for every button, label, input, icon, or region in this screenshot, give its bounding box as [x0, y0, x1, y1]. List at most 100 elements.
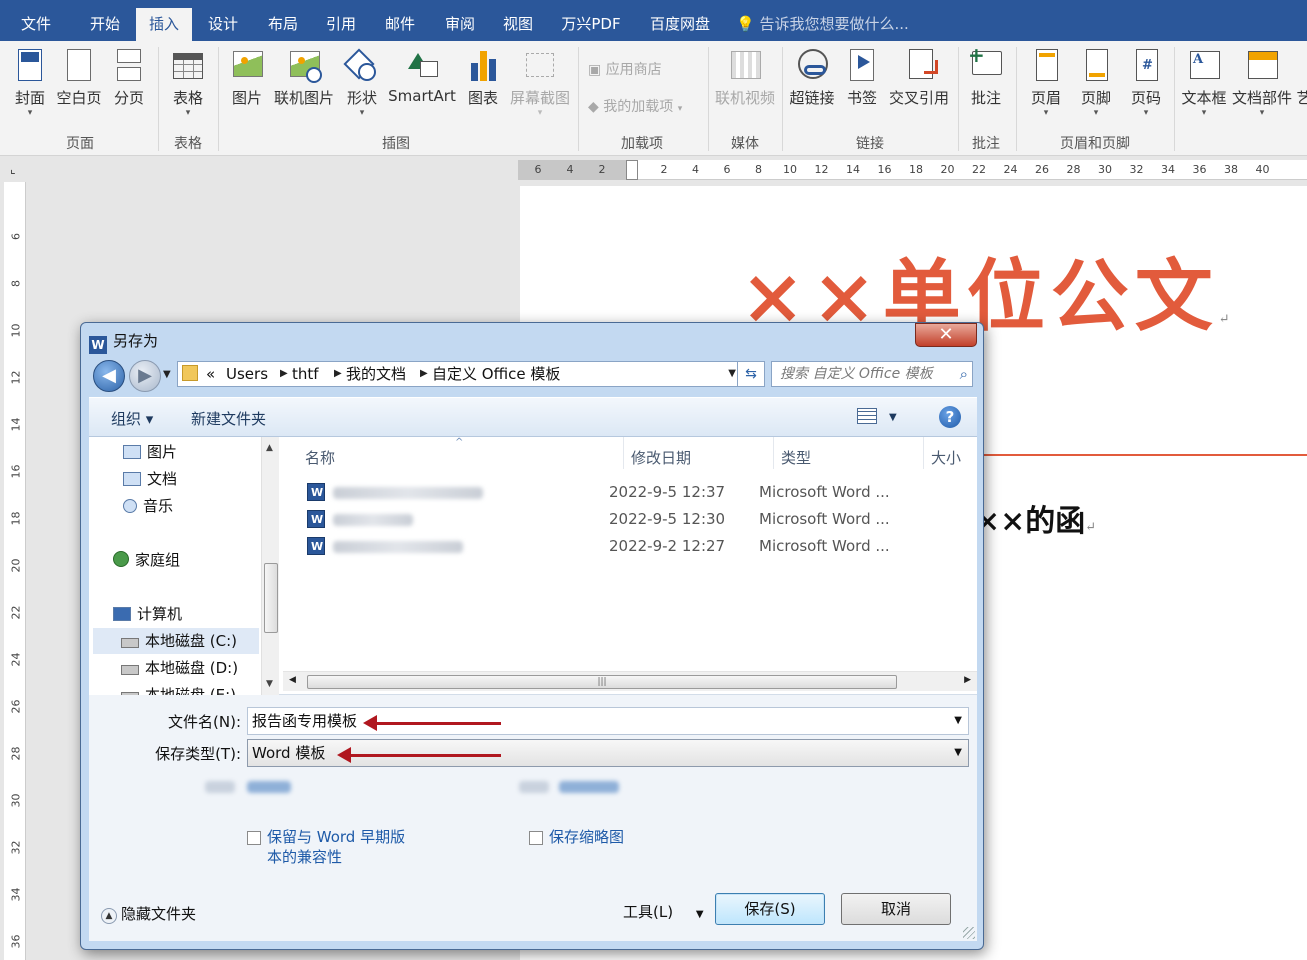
- column-header-date[interactable]: 修改日期: [631, 447, 691, 468]
- nav-item-drive-e[interactable]: 本地磁盘 (E:): [121, 682, 236, 695]
- author-value-redacted[interactable]: [247, 781, 291, 793]
- tab-view[interactable]: 视图: [490, 8, 546, 41]
- column-divider[interactable]: [923, 437, 924, 469]
- store-button[interactable]: ▣ 应用商店: [588, 59, 662, 79]
- column-header-type[interactable]: 类型: [781, 447, 811, 468]
- nav-item-music[interactable]: 音乐: [123, 493, 173, 519]
- nav-item-homegroup[interactable]: 家庭组: [113, 547, 180, 573]
- compatibility-checkbox[interactable]: [247, 831, 261, 845]
- save-button[interactable]: 保存(S): [715, 893, 825, 925]
- new-folder-button[interactable]: 新建文件夹: [191, 408, 266, 429]
- cover-page-button[interactable]: 封面 ▾: [8, 47, 52, 118]
- tell-me-box[interactable]: 💡 告诉我您想要做什么...: [736, 8, 909, 41]
- indent-marker[interactable]: [626, 160, 638, 180]
- horizontal-ruler[interactable]: 6 4 2 2 4 6 8 10 12 14 16 18 20 22 24 26 28 30 32 34 36 38 40: [518, 160, 1307, 180]
- smartart-button[interactable]: SmartArt: [386, 47, 458, 105]
- view-dropdown-icon[interactable]: ▼: [889, 412, 897, 423]
- compatibility-label-line1[interactable]: 保留与 Word 早期版: [267, 827, 405, 847]
- close-button[interactable]: ✕: [915, 323, 977, 347]
- hide-folders-button[interactable]: ▲ 隐藏文件夹: [101, 903, 196, 924]
- new-comment-button[interactable]: + 批注: [964, 45, 1008, 108]
- footer-button[interactable]: 页脚 ▾: [1074, 47, 1118, 118]
- breadcrumb-custom-templates[interactable]: 自定义 Office 模板: [432, 362, 560, 386]
- page-number-button[interactable]: # 页码 ▾: [1124, 47, 1168, 118]
- compatibility-label-line2[interactable]: 本的兼容性: [267, 847, 342, 867]
- cross-reference-button[interactable]: 交叉引用: [886, 47, 952, 108]
- resize-grip-icon[interactable]: [963, 927, 975, 939]
- nav-item-documents[interactable]: 文档: [123, 466, 177, 492]
- tab-file[interactable]: 文件: [8, 8, 64, 41]
- screenshot-button[interactable]: 屏幕截图 ▾: [506, 47, 574, 118]
- nav-scroll-thumb[interactable]: [264, 563, 278, 633]
- header-button[interactable]: 页眉 ▾: [1024, 47, 1068, 118]
- search-box[interactable]: 搜索 自定义 Office 模板 ⌕: [771, 361, 973, 387]
- scroll-right-icon[interactable]: ▶: [964, 675, 971, 685]
- nav-item-drive-c[interactable]: 本地磁盘 (C:): [93, 628, 259, 654]
- breadcrumb-thtf[interactable]: thtf: [292, 362, 319, 386]
- back-button[interactable]: ◀: [93, 360, 125, 392]
- recent-locations-dropdown[interactable]: ▼: [163, 369, 171, 380]
- shapes-button[interactable]: 形状 ▾: [340, 47, 384, 118]
- save-thumbnail-checkbox[interactable]: [529, 831, 543, 845]
- nav-scrollbar[interactable]: ▲ ▼: [261, 437, 279, 695]
- wordart-button[interactable]: 艺: [1294, 47, 1307, 108]
- textbox-button[interactable]: A 文本框 ▾: [1180, 47, 1228, 118]
- breadcrumb-my-documents[interactable]: 我的文档: [346, 362, 406, 386]
- column-divider[interactable]: [623, 437, 624, 469]
- my-addins-button[interactable]: ◆ 我的加载项 ▾: [588, 96, 682, 116]
- tab-design[interactable]: 设计: [196, 8, 250, 41]
- scroll-down-icon[interactable]: ▼: [266, 679, 273, 689]
- file-row[interactable]: 2022-9-5 12:37 Microsoft Word ...: [303, 479, 963, 505]
- online-video-button[interactable]: 联机视频: [714, 47, 776, 108]
- cancel-button[interactable]: 取消: [841, 893, 951, 925]
- filename-dropdown-icon[interactable]: ▼: [954, 708, 962, 734]
- breadcrumb-chevron-icon[interactable]: ▶: [334, 362, 342, 386]
- tab-baidu-netdisk[interactable]: 百度网盘: [640, 8, 720, 41]
- vertical-ruler[interactable]: 6 8 10 12 14 16 18 20 22 24 26 28 30 32 34 36: [4, 182, 26, 960]
- picture-button[interactable]: 图片: [226, 47, 268, 108]
- column-header-size[interactable]: 大小: [931, 447, 961, 468]
- nav-item-drive-d[interactable]: 本地磁盘 (D:): [121, 655, 238, 681]
- tags-value-redacted[interactable]: [559, 781, 619, 793]
- breadcrumb-chevron-icon[interactable]: ▶: [420, 362, 428, 386]
- filename-input[interactable]: 报告函专用模板 ▼: [247, 707, 969, 735]
- page-break-button[interactable]: 分页: [108, 47, 150, 108]
- quick-parts-button[interactable]: 文档部件 ▾: [1232, 47, 1292, 118]
- filetype-dropdown-icon[interactable]: ▼: [954, 740, 962, 766]
- ruler-corner[interactable]: ⌞: [0, 158, 30, 182]
- breadcrumb-users[interactable]: Users: [226, 362, 268, 386]
- blank-page-button[interactable]: 空白页: [54, 47, 104, 108]
- forward-button[interactable]: ▶: [129, 360, 161, 392]
- column-divider[interactable]: [773, 437, 774, 469]
- horizontal-scroll-thumb[interactable]: |||: [307, 675, 897, 689]
- breadcrumb-overflow[interactable]: «: [206, 362, 215, 386]
- horizontal-scrollbar[interactable]: ◀ ||| ▶: [283, 671, 977, 691]
- file-row[interactable]: 2022-9-2 12:27 Microsoft Word ...: [303, 533, 963, 559]
- tools-menu[interactable]: 工具(L) ▼: [623, 901, 704, 922]
- file-row[interactable]: 2022-9-5 12:30 Microsoft Word ...: [303, 506, 963, 532]
- breadcrumb-chevron-icon[interactable]: ▶: [280, 362, 288, 386]
- refresh-button[interactable]: ⇆: [737, 361, 765, 387]
- bookmark-button[interactable]: 书签: [842, 47, 882, 108]
- save-thumbnail-label[interactable]: 保存缩略图: [549, 827, 624, 847]
- tab-wanxing-pdf[interactable]: 万兴PDF: [552, 8, 630, 41]
- tab-home[interactable]: 开始: [76, 8, 134, 41]
- address-dropdown-icon[interactable]: ▼: [728, 362, 736, 386]
- tab-mailings[interactable]: 邮件: [372, 8, 428, 41]
- tab-review[interactable]: 审阅: [432, 8, 488, 41]
- help-icon[interactable]: ?: [939, 406, 961, 428]
- nav-item-computer[interactable]: 计算机: [113, 601, 182, 627]
- column-header-name[interactable]: 名称: [305, 447, 335, 468]
- tab-layout[interactable]: 布局: [256, 8, 310, 41]
- chart-button[interactable]: 图表: [462, 47, 504, 108]
- online-picture-button[interactable]: 联机图片: [272, 47, 336, 108]
- scroll-up-icon[interactable]: ▲: [266, 443, 273, 453]
- tab-insert[interactable]: 插入: [136, 8, 192, 41]
- filetype-select[interactable]: Word 模板 ▼: [247, 739, 969, 767]
- scroll-left-icon[interactable]: ◀: [289, 675, 296, 685]
- nav-item-pictures[interactable]: 图片: [123, 439, 177, 465]
- organize-menu[interactable]: 组织 ▾: [111, 408, 153, 429]
- hyperlink-button[interactable]: 超链接: [788, 47, 836, 108]
- address-bar[interactable]: « Users ▶ thtf ▶ 我的文档 ▶ 自定义 Office 模板 ▼: [177, 361, 743, 387]
- view-options-icon[interactable]: [857, 408, 877, 424]
